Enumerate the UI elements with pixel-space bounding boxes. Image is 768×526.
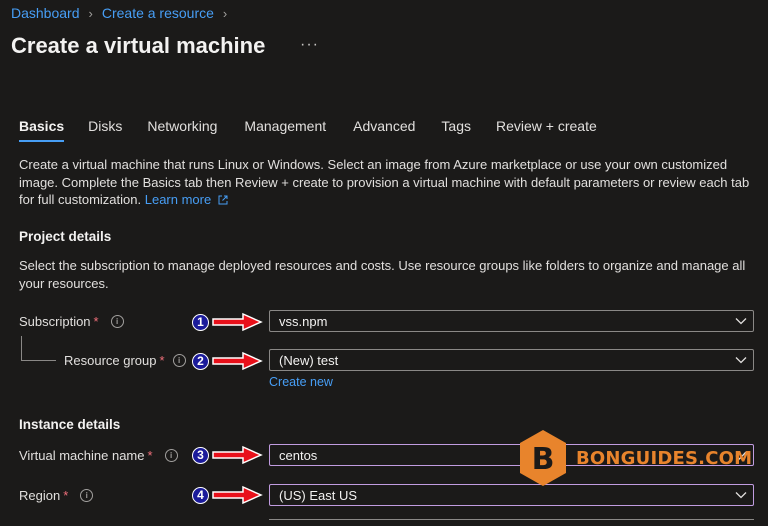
region-label-text: Region: [19, 488, 61, 503]
region-label: Region * i: [19, 488, 94, 503]
tab-review-create[interactable]: Review + create: [496, 118, 597, 142]
annotation-4: 4: [192, 485, 263, 505]
red-arrow-icon: [212, 485, 263, 505]
region-value: (US) East US: [279, 487, 358, 503]
instance-details-heading: Instance details: [19, 417, 121, 432]
more-options-icon[interactable]: ···: [300, 36, 319, 54]
red-arrow-icon: [212, 351, 263, 371]
tab-networking[interactable]: Networking: [147, 118, 217, 142]
breadcrumb-create-resource-link[interactable]: Create a resource: [102, 5, 214, 21]
chevron-down-icon: [729, 350, 753, 370]
subscription-value: vss.npm: [279, 313, 328, 329]
intro-text: Create a virtual machine that runs Linux…: [19, 157, 750, 207]
bonguides-logo-icon: B: [520, 430, 566, 486]
intro-description: Create a virtual machine that runs Linux…: [19, 156, 754, 209]
tab-management[interactable]: Management: [244, 118, 326, 142]
resource-group-select[interactable]: (New) test: [269, 349, 754, 371]
annotation-badge: 2: [192, 352, 209, 370]
resource-group-label-text: Resource group: [64, 353, 157, 368]
info-icon[interactable]: i: [164, 449, 178, 462]
info-icon[interactable]: i: [172, 354, 186, 367]
required-asterisk: *: [147, 448, 153, 463]
vm-name-label: Virtual machine name * i: [19, 448, 178, 463]
red-arrow-icon: [212, 445, 263, 465]
page-title: Create a virtual machine: [11, 33, 266, 58]
red-arrow-icon: [212, 312, 263, 332]
tab-basics[interactable]: Basics: [19, 118, 65, 142]
next-field-edge: [269, 519, 754, 526]
info-icon[interactable]: i: [110, 315, 124, 328]
tree-connector-vertical: [21, 336, 22, 360]
annotation-badge: 4: [192, 486, 209, 504]
tree-connector-horizontal: [21, 360, 56, 361]
annotation-badge: 1: [192, 313, 209, 331]
required-asterisk: *: [63, 488, 69, 503]
chevron-down-icon: [729, 311, 753, 331]
info-icon[interactable]: i: [80, 489, 94, 502]
annotation-1: 1: [192, 312, 263, 332]
project-details-heading: Project details: [19, 229, 112, 244]
bonguides-watermark: B BONGUIDES.COM: [518, 428, 752, 488]
learn-more-label: Learn more: [144, 192, 212, 207]
required-asterisk: *: [93, 314, 99, 329]
external-link-icon: [218, 195, 228, 205]
watermark-text: BONGUIDES.COM: [576, 447, 753, 469]
vm-name-label-text: Virtual machine name: [19, 448, 145, 463]
tab-bar: Basics Disks Networking Management Advan…: [19, 118, 597, 142]
tab-tags[interactable]: Tags: [441, 118, 471, 142]
required-asterisk: *: [159, 353, 165, 368]
resource-group-label: Resource group * i: [64, 353, 186, 368]
annotation-2: 2: [192, 351, 263, 371]
breadcrumb-dashboard-link[interactable]: Dashboard: [11, 5, 80, 21]
tab-advanced[interactable]: Advanced: [353, 118, 415, 142]
subscription-select[interactable]: vss.npm: [269, 310, 754, 332]
annotation-badge: 3: [192, 446, 209, 464]
breadcrumb: Dashboard › Create a resource ›: [11, 5, 236, 21]
resource-group-value: (New) test: [279, 352, 339, 368]
subscription-label: Subscription * i: [19, 314, 124, 329]
annotation-3: 3: [192, 445, 263, 465]
chevron-right-icon: ›: [88, 5, 93, 21]
logo-letter: B: [532, 442, 555, 477]
chevron-down-icon: [729, 485, 753, 505]
create-new-link[interactable]: Create new: [269, 375, 333, 389]
subscription-label-text: Subscription: [19, 314, 91, 329]
project-details-description: Select the subscription to manage deploy…: [19, 258, 746, 291]
learn-more-link[interactable]: Learn more: [145, 192, 228, 207]
tab-disks[interactable]: Disks: [88, 118, 122, 142]
chevron-right-icon: ›: [222, 5, 228, 21]
